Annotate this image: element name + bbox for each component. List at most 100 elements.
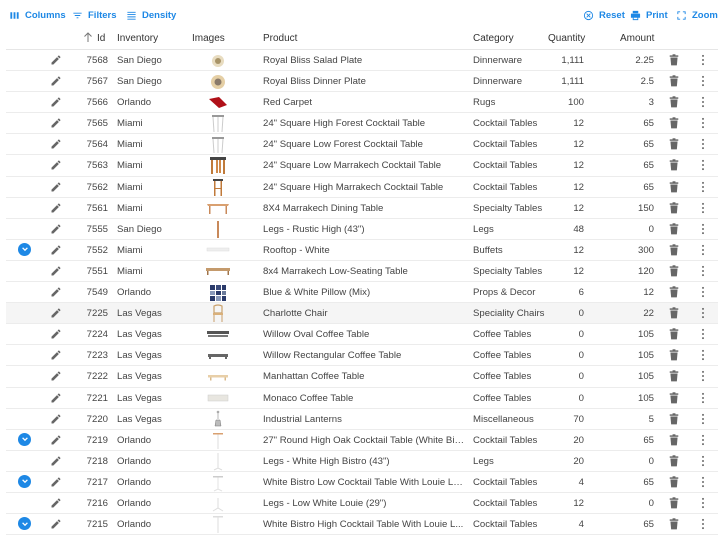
- table-row[interactable]: 7219 Orlando 27" Round High Oak Cocktail T…: [6, 430, 718, 451]
- edit-icon[interactable]: [50, 497, 62, 509]
- delete-icon[interactable]: [669, 455, 679, 467]
- delete-icon[interactable]: [669, 349, 679, 361]
- delete-icon[interactable]: [669, 391, 679, 404]
- more-options-icon[interactable]: [700, 370, 706, 382]
- table-row[interactable]: 7568 San Diego Royal Bliss Salad Plate Dinn…: [6, 50, 718, 72]
- more-options-icon[interactable]: [700, 181, 706, 193]
- delete-icon[interactable]: [669, 412, 679, 425]
- more-options-icon[interactable]: [700, 244, 706, 256]
- column-header-product[interactable]: Product: [263, 33, 297, 44]
- delete-icon[interactable]: [669, 54, 679, 66]
- column-header-category[interactable]: Category: [473, 33, 514, 44]
- edit-icon[interactable]: [50, 413, 62, 425]
- table-row[interactable]: 7566 Orlando Red Carpet Rugs 100 3: [6, 92, 718, 114]
- table-row[interactable]: 7552 Miami Rooftop - White Buffets 12 300: [6, 240, 718, 261]
- delete-icon[interactable]: [669, 286, 679, 298]
- delete-icon[interactable]: [669, 307, 679, 319]
- table-row[interactable]: 7549 Orlando Blue & White Pillow (Mix) Prop…: [6, 282, 718, 304]
- column-header-inventory[interactable]: Inventory: [117, 33, 158, 44]
- more-options-icon[interactable]: [700, 138, 706, 150]
- delete-icon[interactable]: [669, 159, 679, 171]
- more-options-icon[interactable]: [700, 349, 706, 361]
- table-row[interactable]: 7563 Miami 24" Square Low Marrakech Cockta…: [6, 155, 718, 177]
- delete-icon[interactable]: [669, 476, 679, 488]
- more-options-icon[interactable]: [700, 497, 706, 509]
- more-options-icon[interactable]: [700, 518, 706, 530]
- expand-row-icon[interactable]: [18, 432, 31, 446]
- more-options-icon[interactable]: [700, 413, 706, 425]
- edit-icon[interactable]: [50, 138, 62, 150]
- table-row[interactable]: 7567 San Diego Royal Bliss Dinner Plate Din…: [6, 71, 718, 93]
- edit-icon[interactable]: [50, 518, 62, 530]
- more-options-icon[interactable]: [700, 159, 706, 171]
- delete-icon[interactable]: [669, 265, 679, 277]
- sort-ascending-icon[interactable]: [83, 32, 93, 43]
- edit-icon[interactable]: [50, 265, 62, 277]
- more-options-icon[interactable]: [700, 202, 706, 214]
- edit-icon[interactable]: [50, 328, 62, 340]
- table-row[interactable]: 7215 Orlando White Bistro High Cocktail Ta…: [6, 514, 718, 536]
- table-row[interactable]: 7561 Miami 8X4 Marrakech Dining Table Speci…: [6, 198, 718, 219]
- delete-icon[interactable]: [669, 328, 679, 340]
- delete-icon[interactable]: [669, 201, 679, 214]
- edit-icon[interactable]: [50, 54, 62, 66]
- more-options-icon[interactable]: [700, 265, 706, 277]
- delete-icon[interactable]: [669, 96, 679, 108]
- more-options-icon[interactable]: [700, 392, 706, 404]
- expand-row-icon[interactable]: [18, 242, 31, 256]
- more-options-icon[interactable]: [700, 328, 706, 340]
- more-options-icon[interactable]: [700, 455, 706, 467]
- table-row[interactable]: 7562 Miami 24" Square High Marrakech Cockt…: [6, 177, 718, 198]
- table-row[interactable]: 7218 Orlando Legs - White High Bistro (43"…: [6, 451, 718, 472]
- edit-icon[interactable]: [50, 159, 62, 171]
- table-row[interactable]: 7216 Orlando Legs - Low White Louie (29") C…: [6, 493, 718, 515]
- column-header-quantity[interactable]: Quantity: [548, 33, 585, 44]
- edit-icon[interactable]: [50, 455, 62, 467]
- more-options-icon[interactable]: [700, 434, 706, 446]
- delete-icon[interactable]: [669, 138, 679, 150]
- table-row[interactable]: 7565 Miami 24" Square High Forest Cocktail…: [6, 113, 718, 135]
- edit-icon[interactable]: [50, 96, 62, 108]
- reset-button[interactable]: Reset: [583, 10, 625, 21]
- delete-icon[interactable]: [669, 75, 679, 87]
- zoom-button[interactable]: Zoom: [676, 10, 718, 21]
- delete-icon[interactable]: [669, 180, 679, 193]
- edit-icon[interactable]: [50, 202, 62, 214]
- delete-icon[interactable]: [669, 497, 679, 509]
- delete-icon[interactable]: [669, 518, 679, 530]
- more-options-icon[interactable]: [700, 96, 706, 108]
- table-row[interactable]: 7217 Orlando White Bistro Low Cocktail Tab…: [6, 472, 718, 493]
- edit-icon[interactable]: [50, 370, 62, 382]
- delete-icon[interactable]: [669, 433, 679, 446]
- column-header-images[interactable]: Images: [192, 33, 225, 44]
- table-row[interactable]: 7225 Las Vegas Charlotte Chair Speciality C…: [6, 303, 718, 325]
- more-options-icon[interactable]: [700, 476, 706, 488]
- column-header-id[interactable]: Id: [97, 33, 105, 44]
- table-row[interactable]: 7564 Miami 24" Square Low Forest Cocktail …: [6, 134, 718, 156]
- edit-icon[interactable]: [50, 181, 62, 193]
- delete-icon[interactable]: [669, 223, 679, 235]
- table-row[interactable]: 7221 Las Vegas Monaco Coffee Table Coffee T…: [6, 388, 718, 409]
- table-row[interactable]: 7224 Las Vegas Willow Oval Coffee Table Cof…: [6, 324, 718, 346]
- edit-icon[interactable]: [50, 75, 62, 87]
- delete-icon[interactable]: [669, 117, 679, 129]
- table-row[interactable]: 7555 San Diego Legs - Rustic High (43") Leg…: [6, 219, 718, 240]
- edit-icon[interactable]: [50, 307, 62, 319]
- filters-button[interactable]: Filters: [72, 10, 117, 21]
- columns-button[interactable]: Columns: [9, 10, 66, 21]
- column-header-amount[interactable]: Amount: [620, 33, 654, 44]
- table-row[interactable]: 7220 Las Vegas Industrial Lanterns Miscella…: [6, 409, 718, 430]
- edit-icon[interactable]: [50, 476, 62, 488]
- density-button[interactable]: Density: [126, 10, 176, 21]
- edit-icon[interactable]: [50, 349, 62, 361]
- delete-icon[interactable]: [669, 370, 679, 382]
- edit-icon[interactable]: [50, 434, 62, 446]
- table-row[interactable]: 7222 Las Vegas Manhattan Coffee Table Coffe…: [6, 366, 718, 388]
- more-options-icon[interactable]: [700, 117, 706, 129]
- edit-icon[interactable]: [50, 244, 62, 256]
- more-options-icon[interactable]: [700, 75, 706, 87]
- more-options-icon[interactable]: [700, 54, 706, 66]
- table-row[interactable]: 7551 Miami 8x4 Marrakech Low-Seating Table…: [6, 261, 718, 283]
- expand-row-icon[interactable]: [18, 474, 31, 488]
- more-options-icon[interactable]: [700, 307, 706, 319]
